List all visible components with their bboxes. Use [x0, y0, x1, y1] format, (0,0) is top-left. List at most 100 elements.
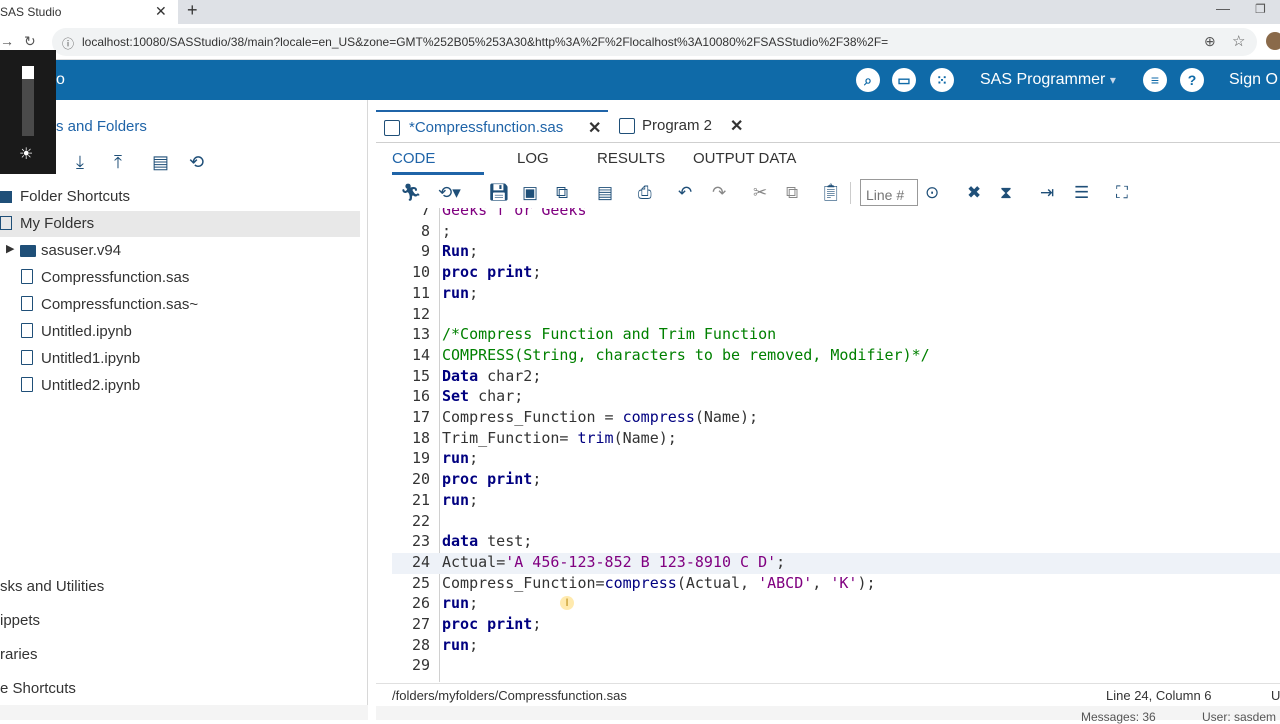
outline-icon[interactable]: ☰ [1074, 183, 1089, 203]
new-tab-button[interactable]: + [187, 0, 198, 21]
print-icon[interactable]: ⎙ [638, 183, 652, 203]
code-line[interactable]: 23 data test; [392, 532, 1280, 553]
code-line[interactable]: 8; [392, 222, 1280, 243]
download-icon[interactable]: ⤓ [76, 152, 84, 173]
run-icon[interactable]: 🏃︎ [400, 183, 422, 203]
close-tab-icon[interactable]: ✕ [155, 3, 167, 20]
zoom-icon[interactable]: ⊕ [1204, 33, 1216, 50]
tree-item-my-folders[interactable]: My Folders [0, 211, 360, 237]
go-to-line-icon[interactable]: ⊙ [925, 183, 939, 203]
code-line[interactable]: 14 COMPRESS(String, characters to be remo… [392, 346, 1280, 367]
save-as-icon[interactable]: ▣ [522, 183, 538, 203]
code-line[interactable]: 18 Trim_Function= trim(Name); [392, 429, 1280, 450]
apps-grid-icon[interactable]: ⁙ [930, 68, 954, 92]
code-line[interactable]: 29 [392, 656, 1280, 677]
search-icon[interactable]: ⌕ [856, 68, 880, 92]
code-line[interactable]: 28 run; [392, 636, 1280, 657]
indent-icon[interactable]: ⇥ [1040, 183, 1054, 203]
copy-icon[interactable]: ⧉ [786, 183, 798, 203]
code-line[interactable]: 10 proc print; [392, 263, 1280, 284]
code-line[interactable]: 17 Compress_Function = compress(Name); [392, 408, 1280, 429]
tree-item-untitled2[interactable]: Untitled2.ipynb [0, 373, 360, 399]
section-file-shortcuts[interactable]: e Shortcuts [0, 680, 76, 697]
cut-icon[interactable]: ✂ [753, 183, 767, 203]
subtab-code[interactable]: CODE [392, 150, 435, 167]
line-number: 10 [411, 263, 430, 282]
refresh-icon[interactable]: ⟲ [189, 152, 204, 173]
code-line[interactable]: 16 Set char; [392, 387, 1280, 408]
code-line[interactable]: 22 [392, 512, 1280, 533]
undo-icon[interactable]: ↶ [678, 183, 692, 203]
menu-icon[interactable]: ≡ [1143, 68, 1167, 92]
history-icon[interactable]: ⟲▾ [438, 183, 461, 203]
code-line[interactable]: 27 proc print; [392, 615, 1280, 636]
line-number: 19 [411, 449, 430, 468]
browser-tab[interactable]: SAS Studio ✕ [0, 0, 178, 24]
messages-count[interactable]: Messages: 36 [1081, 710, 1156, 724]
profile-avatar[interactable] [1266, 32, 1280, 50]
format-code-icon[interactable]: ▤ [597, 183, 613, 203]
line-number-input[interactable] [860, 179, 918, 206]
tree-item-folder-shortcuts[interactable]: Folder Shortcuts [0, 184, 360, 210]
code-text: run; [442, 635, 479, 654]
save-icon[interactable]: 💾︎ [488, 183, 510, 203]
subtab-results[interactable]: RESULTS [597, 150, 665, 167]
line-number: 29 [411, 656, 430, 675]
info-icon[interactable]: ⓘ [62, 35, 74, 52]
code-line[interactable]: 21 run; [392, 491, 1280, 512]
code-line[interactable]: 19 run; [392, 449, 1280, 470]
code-text: COMPRESS(String, characters to be remove… [442, 345, 930, 364]
subtab-output-data[interactable]: OUTPUT DATA [693, 150, 796, 167]
code-line[interactable]: 25 Compress_Function=compress(Actual, 'AB… [392, 574, 1280, 595]
tree-item-untitled[interactable]: Untitled.ipynb [0, 319, 360, 345]
tree-item-untitled1[interactable]: Untitled1.ipynb [0, 346, 360, 372]
redo-icon[interactable]: ↷ [712, 183, 726, 203]
code-line[interactable]: 7 Geeks f or Geeks [392, 208, 1280, 222]
upload-icon[interactable]: ⤒ [114, 152, 122, 173]
tree-item-sasuser[interactable]: ▶ sasuser.v94 [0, 238, 360, 264]
reload-icon[interactable]: ↻ [24, 33, 36, 50]
snippets-icon[interactable]: ⧗ [1000, 183, 1012, 203]
perspective-menu[interactable]: SAS Programmer ▾ [980, 71, 1116, 89]
line-number: 14 [411, 345, 430, 364]
subtab-log[interactable]: LOG [517, 150, 549, 167]
close-tab-icon[interactable]: ✕ [588, 118, 601, 138]
paste-icon[interactable]: 📋︎ [820, 183, 842, 203]
section-libraries[interactable]: raries [0, 646, 38, 663]
code-line[interactable]: 26 run; [392, 594, 1280, 615]
section-snippets[interactable]: ippets [0, 612, 40, 629]
maximize-icon[interactable]: ⛶ [1116, 183, 1128, 203]
tab-compressfunction[interactable]: *Compressfunction.sas ✕ [376, 110, 608, 142]
section-tasks-utilities[interactable]: sks and Utilities [0, 578, 104, 595]
code-line[interactable]: 11 run; [392, 284, 1280, 305]
panel-title[interactable]: s and Folders [56, 118, 147, 135]
back-arrow-icon[interactable]: → [0, 33, 14, 49]
code-line[interactable]: 12 [392, 305, 1280, 326]
code-editor[interactable]: 7 Geeks f or Geeks 8; 9 Run; 10 proc print; 11 r… [392, 208, 1280, 682]
tab-program-2[interactable]: Program 2 ✕ [614, 110, 754, 142]
code-line[interactable]: 9 Run; [392, 242, 1280, 263]
code-text: proc print; [442, 470, 542, 489]
brightness-slider-fill [22, 66, 34, 79]
help-icon[interactable]: ? [1180, 68, 1204, 92]
properties-icon[interactable]: ▤ [152, 152, 169, 173]
clear-icon[interactable]: ✖ [967, 183, 981, 203]
minimize-icon[interactable]: — [1216, 0, 1230, 16]
save-to-icon[interactable]: ⧉ [556, 183, 568, 203]
code-line[interactable]: 24 Actual='A 456-123-852 B 123-8910 C D'; [392, 552, 1280, 574]
address-bar[interactable]: ⓘ localhost:10080/SASStudio/38/main?loca… [52, 28, 1257, 56]
code-toolbar: 🏃︎ ⟲▾ 💾︎ ▣ ⧉ ▤ ⎙ ↶ ↷ ✂ ⧉ 📋︎ ⊙ ✖ ⧗ ⇥ ☰ ⛶ [376, 178, 1280, 208]
code-line[interactable]: 15 Data char2; [392, 367, 1280, 388]
code-line[interactable]: 20 proc print; [392, 470, 1280, 491]
url-text[interactable]: localhost:10080/SASStudio/38/main?locale… [82, 35, 888, 49]
line-number: 22 [411, 511, 430, 530]
tree-item-compressfunction-sas[interactable]: Compressfunction.sas [0, 265, 360, 291]
code-line[interactable]: 13 /*Compress Function and Trim Function [392, 325, 1280, 346]
sign-out-link[interactable]: Sign O [1229, 71, 1278, 89]
bookmark-star-icon[interactable]: ☆ [1232, 32, 1245, 50]
expand-caret-icon[interactable]: ▶ [6, 242, 14, 255]
restore-window-icon[interactable]: ❐ [1255, 2, 1266, 16]
tree-item-compressfunction-backup[interactable]: Compressfunction.sas~ [0, 292, 360, 318]
close-tab-icon[interactable]: ✕ [730, 116, 743, 136]
open-folder-icon[interactable]: ▭ [892, 68, 916, 92]
